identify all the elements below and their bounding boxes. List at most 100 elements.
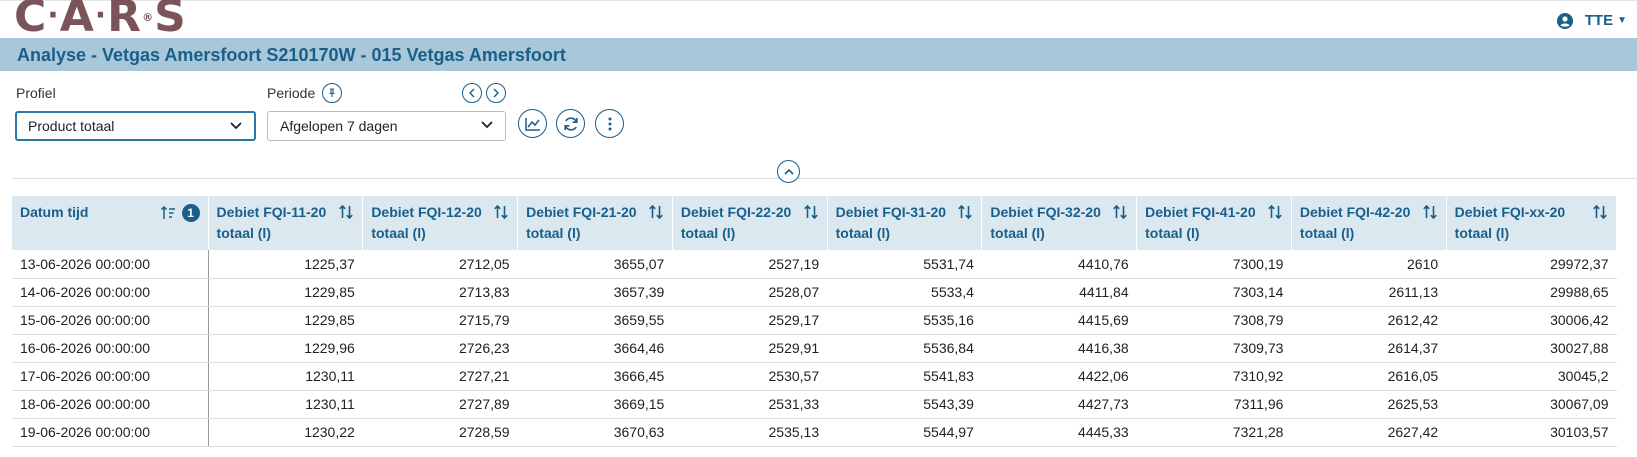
column-header-unit: totaal (l) [680,225,736,241]
sort-icon [1113,204,1127,220]
table-row[interactable]: 19-06-2026 00:00:00 1230,22 2728,59 3670,63… [12,418,1617,447]
cell-value: 4411,84 [981,278,1137,307]
previous-period-button[interactable] [462,83,482,103]
column-header-8[interactable]: Debiet FQI-42-20 totaal (l) [1291,196,1447,250]
column-header-9[interactable]: Debiet FQI-xx-20 totaal (l) [1446,196,1618,250]
cell-value: 4410,76 [981,250,1137,279]
cell-value: 5543,39 [827,390,982,419]
user-icon [1556,12,1573,29]
header-row: Datum tijd 1 Debiet FQI-11-20 totaal (l) Deb… [12,196,1618,250]
cell-value: 7321,28 [1136,418,1292,447]
more-options-button[interactable] [595,109,624,138]
chevron-down-icon [481,121,493,129]
table-row[interactable]: 16-06-2026 00:00:00 1229,96 2726,23 3664,46… [12,334,1617,363]
cell-value: 30103,57 [1446,418,1617,447]
cell-value: 2713,83 [362,278,518,307]
chart-button[interactable] [518,109,547,138]
sort-toggle[interactable] [338,204,354,226]
sort-toggle[interactable] [1267,204,1283,226]
collapse-filters-button[interactable] [777,160,800,183]
cell-value: 2531,33 [672,390,828,419]
column-header-4[interactable]: Debiet FQI-22-20 totaal (l) [672,196,828,250]
pin-button[interactable] [322,83,342,103]
profiel-select[interactable]: Product totaal [15,111,256,141]
column-header-datum-tijd[interactable]: Datum tijd 1 [12,196,209,250]
cell-value: 2727,21 [362,362,518,391]
cell-value: 2627,42 [1291,418,1447,447]
cell-value: 5535,16 [827,306,982,335]
cell-value: 4445,33 [981,418,1137,447]
sort-icon [1268,204,1282,220]
cell-value: 2528,07 [672,278,828,307]
table-row[interactable]: 13-06-2026 00:00:00 1225,37 2712,05 3655,07… [12,250,1617,279]
cell-value: 2727,89 [362,390,518,419]
column-header-5[interactable]: Debiet FQI-31-20 totaal (l) [827,196,983,250]
cell-datum-tijd: 14-06-2026 00:00:00 [12,278,209,307]
column-header-unit: totaal (l) [371,225,426,241]
cell-value: 2610 [1291,250,1447,279]
cell-value: 5544,97 [827,418,982,447]
sort-icon [1593,204,1607,220]
cell-datum-tijd: 19-06-2026 00:00:00 [12,418,209,447]
sort-toggle[interactable] [957,204,973,226]
cell-value: 3664,46 [517,334,673,363]
cell-value: 3655,07 [517,250,673,279]
column-header-7[interactable]: Debiet FQI-41-20 totaal (l) [1136,196,1292,250]
sort-ascending-indicator[interactable] [160,205,176,226]
column-header-label: Debiet FQI-12-20 [371,204,482,220]
cell-value: 2616,05 [1291,362,1447,391]
sort-icon [803,204,818,220]
cell-value: 2530,57 [672,362,828,391]
cell-value: 1229,85 [208,278,363,307]
cell-value: 4415,69 [981,306,1137,335]
cell-value: 2529,17 [672,306,828,335]
column-header-1[interactable]: Debiet FQI-11-20 totaal (l) [208,196,364,250]
cell-datum-tijd: 15-06-2026 00:00:00 [12,306,209,335]
profiel-value: Product totaal [28,118,115,134]
table-row[interactable]: 15-06-2026 00:00:00 1229,85 2715,79 3659,55… [12,306,1617,335]
chevron-right-icon [493,88,499,98]
refresh-button[interactable] [556,109,585,138]
cell-value: 3659,55 [517,306,673,335]
table-row[interactable]: 14-06-2026 00:00:00 1229,85 2713,83 3657,39… [12,278,1617,307]
cell-datum-tijd: 18-06-2026 00:00:00 [12,390,209,419]
sort-toggle[interactable] [1422,204,1438,226]
cell-value: 5533,4 [827,278,982,307]
cell-value: 30027,88 [1446,334,1617,363]
column-header-label: Debiet FQI-31-20 [835,204,947,220]
sort-toggle[interactable] [1112,204,1128,226]
sort-toggle[interactable] [493,204,509,226]
pin-icon [329,88,335,97]
line-chart-icon [524,117,540,131]
column-header-unit: totaal (l) [1454,225,1510,241]
column-header-unit: totaal (l) [1145,225,1200,241]
more-vertical-icon [608,117,611,130]
cell-value: 1230,11 [208,390,363,419]
cell-value: 1230,22 [208,418,363,447]
cell-value: 7310,92 [1136,362,1292,391]
sort-icon [958,204,973,220]
sort-toggle[interactable] [803,204,819,226]
cell-value: 2529,91 [672,334,828,363]
column-header-6[interactable]: Debiet FQI-32-20 totaal (l) [981,196,1138,250]
next-period-button[interactable] [486,83,506,103]
filter-divider [12,178,1637,179]
user-menu[interactable]: TTE ▼ [1556,12,1627,29]
table-row[interactable]: 17-06-2026 00:00:00 1230,11 2727,21 3666,45… [12,362,1617,391]
profiel-label: Profiel [16,85,56,101]
column-header-unit: totaal (l) [216,225,271,241]
column-header-label: Debiet FQI-32-20 [990,204,1101,220]
sort-icon [649,204,663,220]
column-header-label: Debiet FQI-xx-20 [1454,204,1566,220]
sort-toggle[interactable] [1592,204,1608,226]
cell-datum-tijd: 17-06-2026 00:00:00 [12,362,209,391]
cell-value: 7300,19 [1136,250,1292,279]
refresh-icon [563,116,578,131]
column-header-unit: totaal (l) [835,225,891,241]
sort-toggle[interactable] [648,204,664,226]
column-header-3[interactable]: Debiet FQI-21-20 totaal (l) [517,196,673,250]
column-header-2[interactable]: Debiet FQI-12-20 totaal (l) [362,196,519,250]
periode-select[interactable]: Afgelopen 7 dagen [267,111,506,141]
cell-value: 4416,38 [981,334,1137,363]
table-row[interactable]: 18-06-2026 00:00:00 1230,11 2727,89 3669,15… [12,390,1617,419]
